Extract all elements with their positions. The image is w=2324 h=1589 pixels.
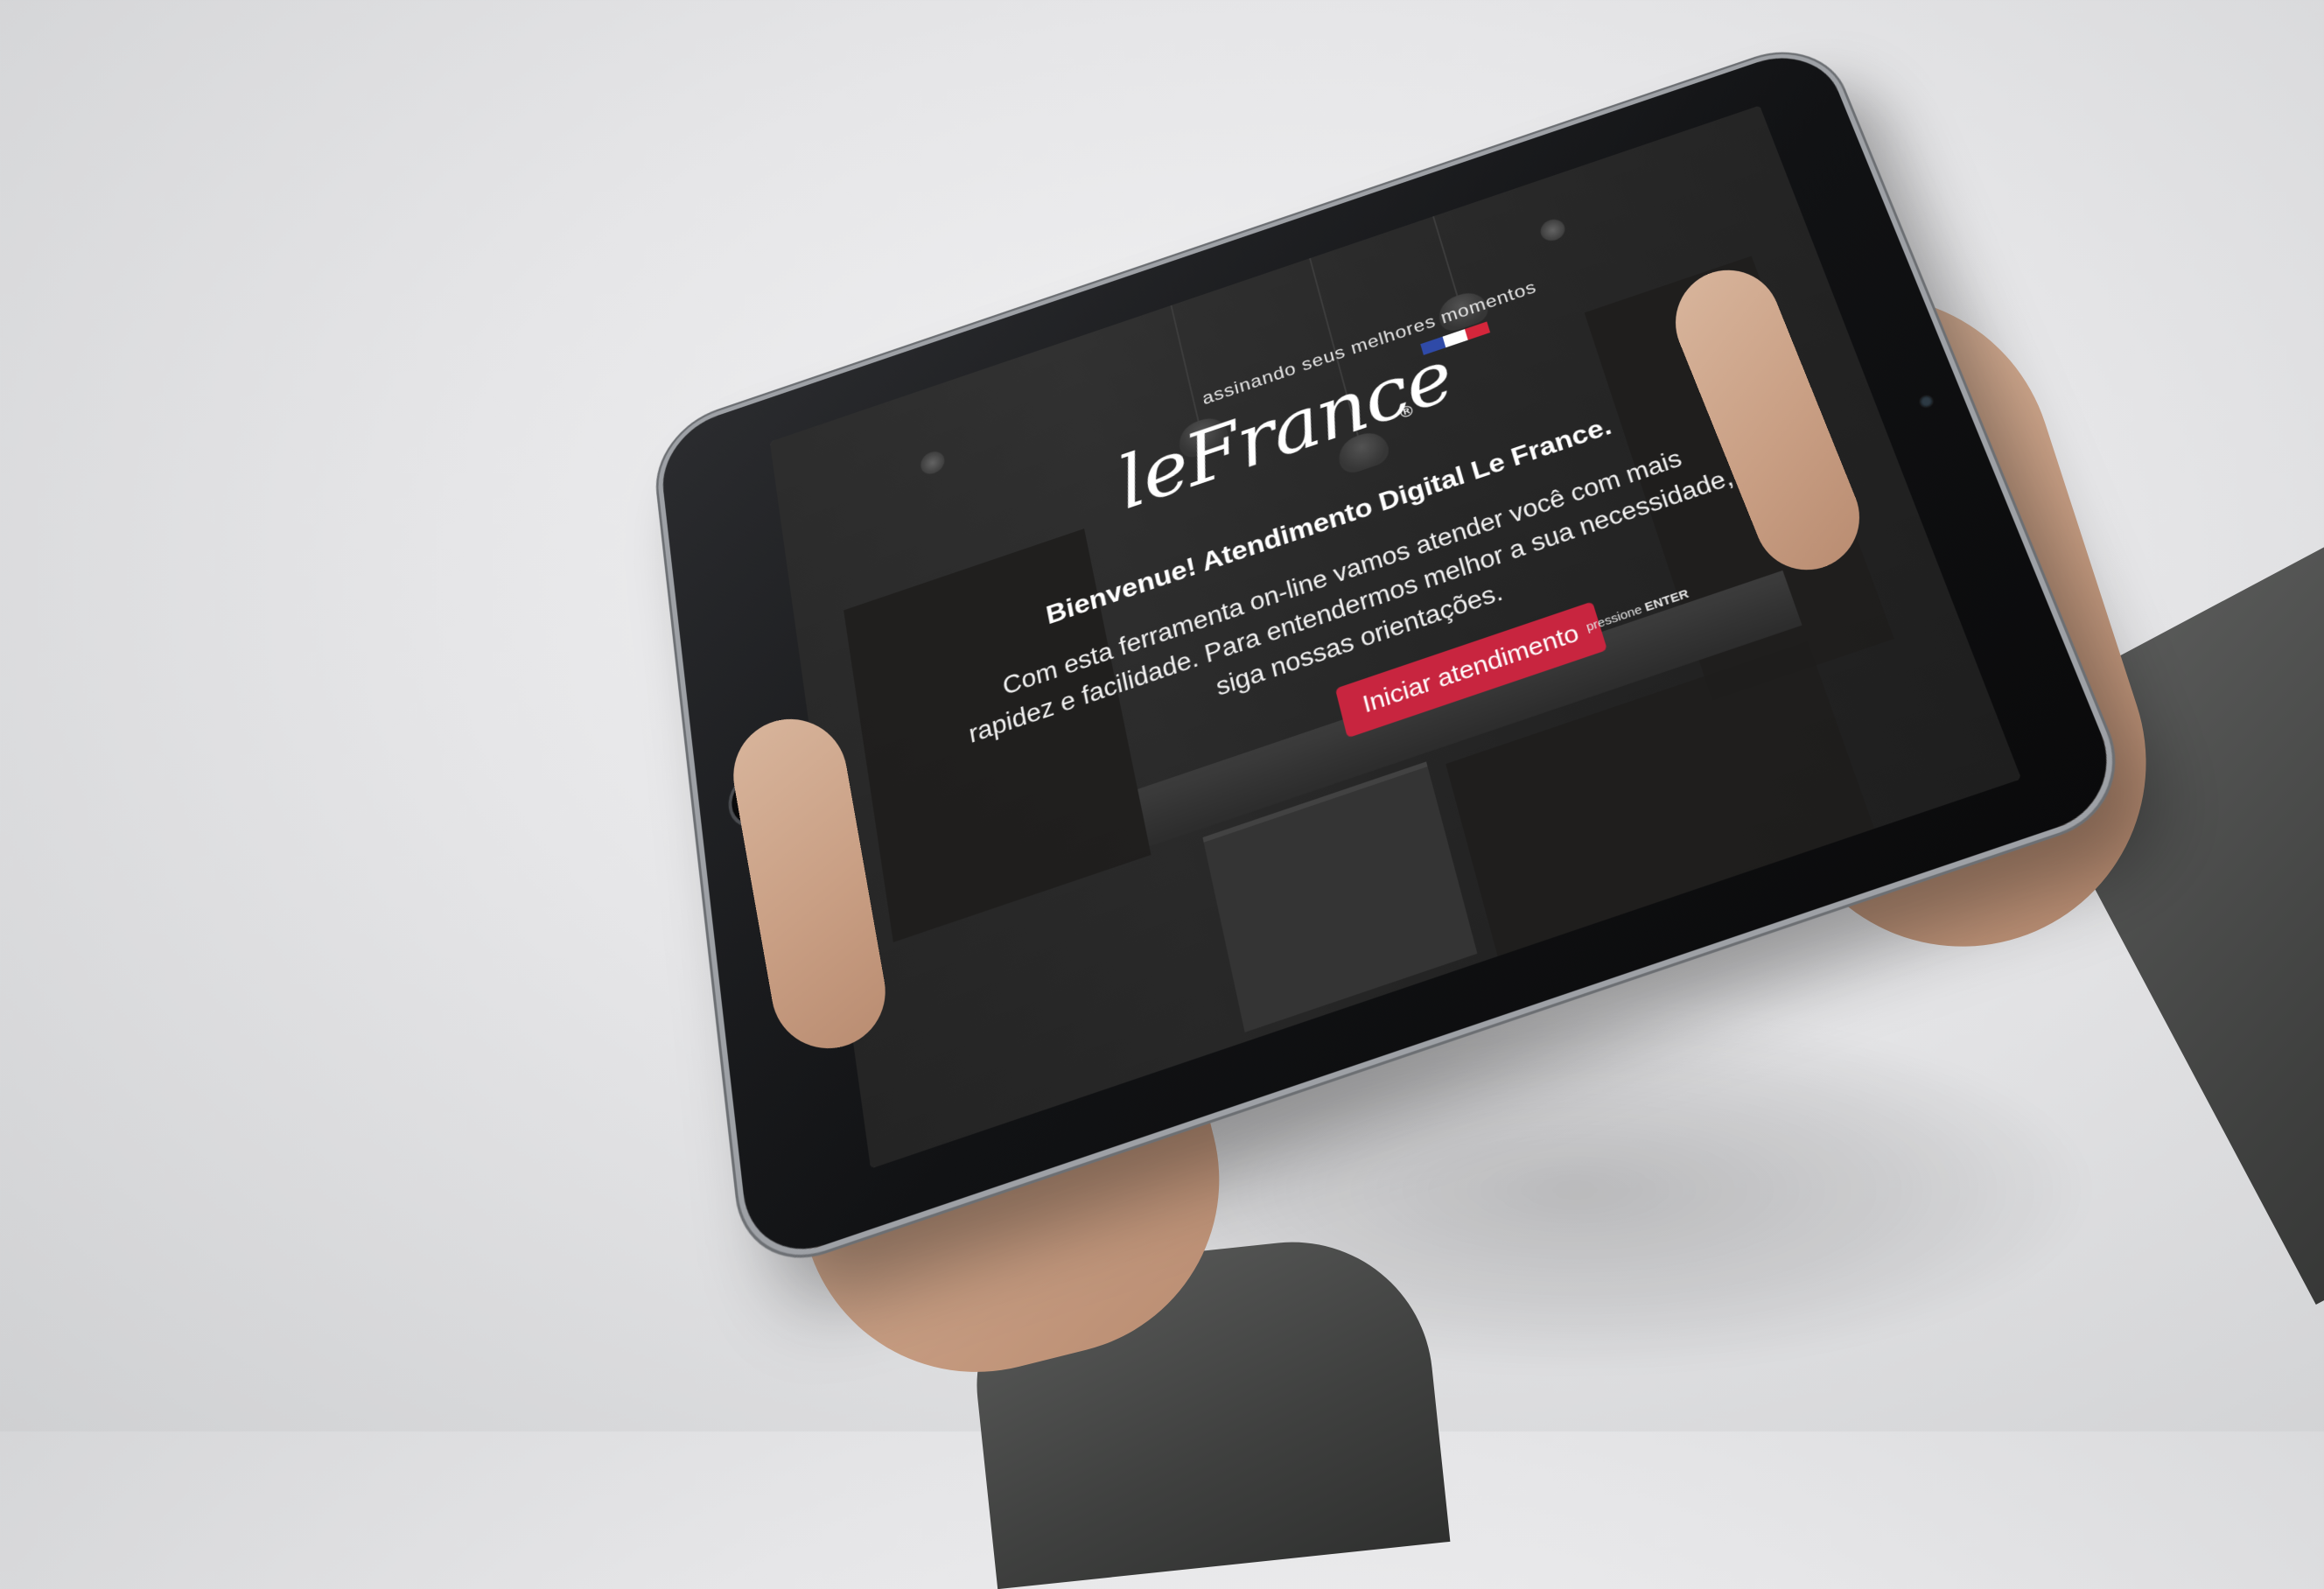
tablet-stage: assinando seus melhores momentos leFranc… bbox=[0, 0, 2324, 1432]
enter-hint-key: ENTER bbox=[1642, 586, 1690, 615]
enter-hint: pressione ENTER bbox=[1585, 587, 1690, 635]
tablet: assinando seus melhores momentos leFranc… bbox=[657, 41, 2130, 1270]
